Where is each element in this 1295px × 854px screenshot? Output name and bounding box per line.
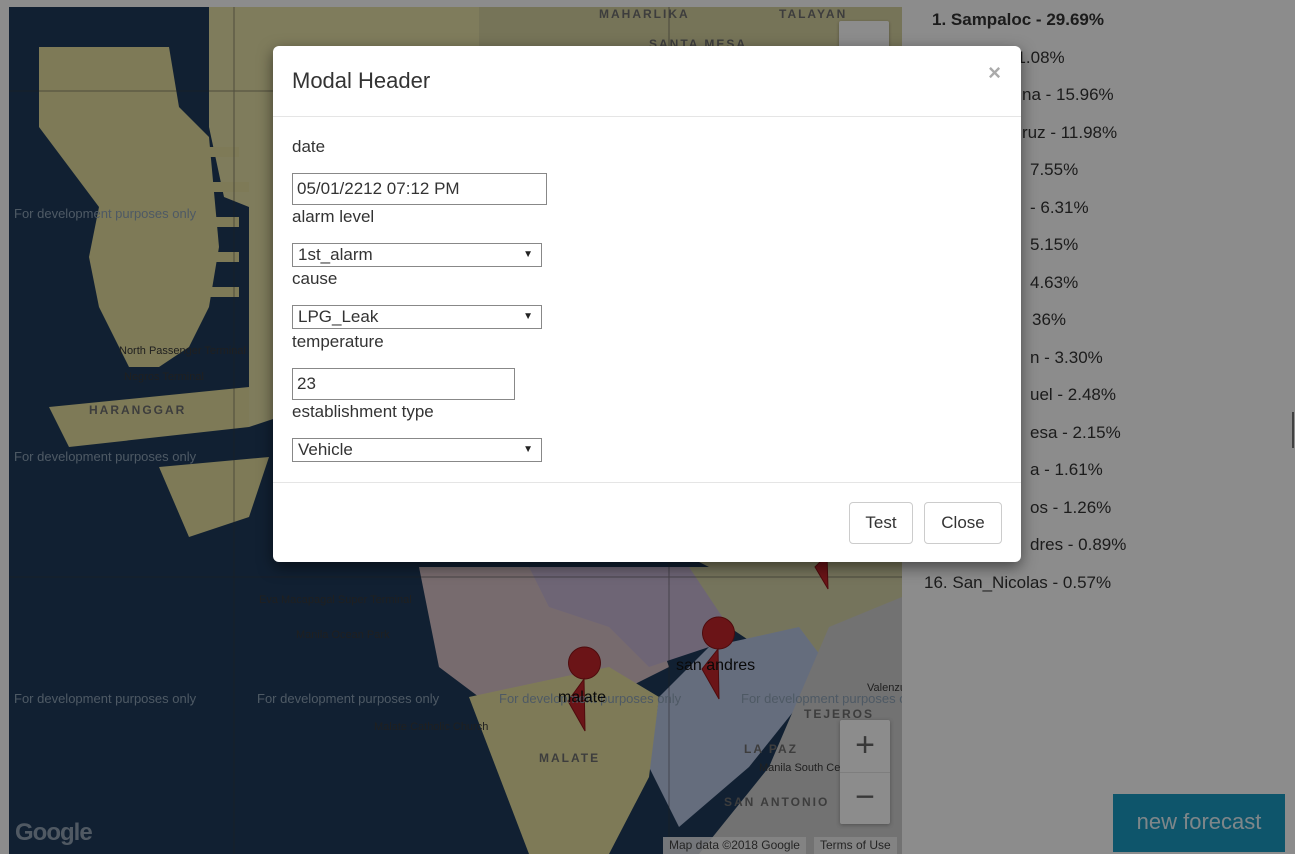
modal-title: Modal Header (292, 68, 431, 93)
alarm-level-value: 1st_alarm (298, 245, 373, 264)
cause-value: LPG_Leak (298, 307, 379, 326)
alarm-level-label: alarm level (292, 207, 375, 226)
close-button[interactable]: Close (924, 502, 1002, 544)
establishment-type-label: establishment type (292, 402, 434, 421)
date-input[interactable]: 05/01/2212 07:12 PM (292, 173, 547, 205)
test-button[interactable]: Test (849, 502, 913, 544)
dropdown-arrow-icon: ▼ (523, 249, 533, 260)
modal-body: date 05/01/2212 07:12 PM alarm level 1st… (273, 117, 1021, 483)
alarm-level-select[interactable]: 1st_alarm ▼ (292, 243, 542, 267)
dropdown-arrow-icon: ▼ (523, 444, 533, 455)
close-icon[interactable]: × (988, 60, 1001, 86)
modal-dialog: Modal Header × date 05/01/2212 07:12 PM … (273, 46, 1021, 562)
establishment-type-value: Vehicle (298, 440, 353, 459)
cause-select[interactable]: LPG_Leak ▼ (292, 305, 542, 329)
cause-label: cause (292, 269, 338, 288)
dropdown-arrow-icon: ▼ (523, 311, 533, 322)
date-label: date (292, 137, 326, 156)
temperature-input[interactable]: 23 (292, 368, 515, 400)
modal-header: Modal Header × (273, 46, 1021, 117)
temperature-label: temperature (292, 332, 384, 351)
establishment-type-select[interactable]: Vehicle ▼ (292, 438, 542, 462)
